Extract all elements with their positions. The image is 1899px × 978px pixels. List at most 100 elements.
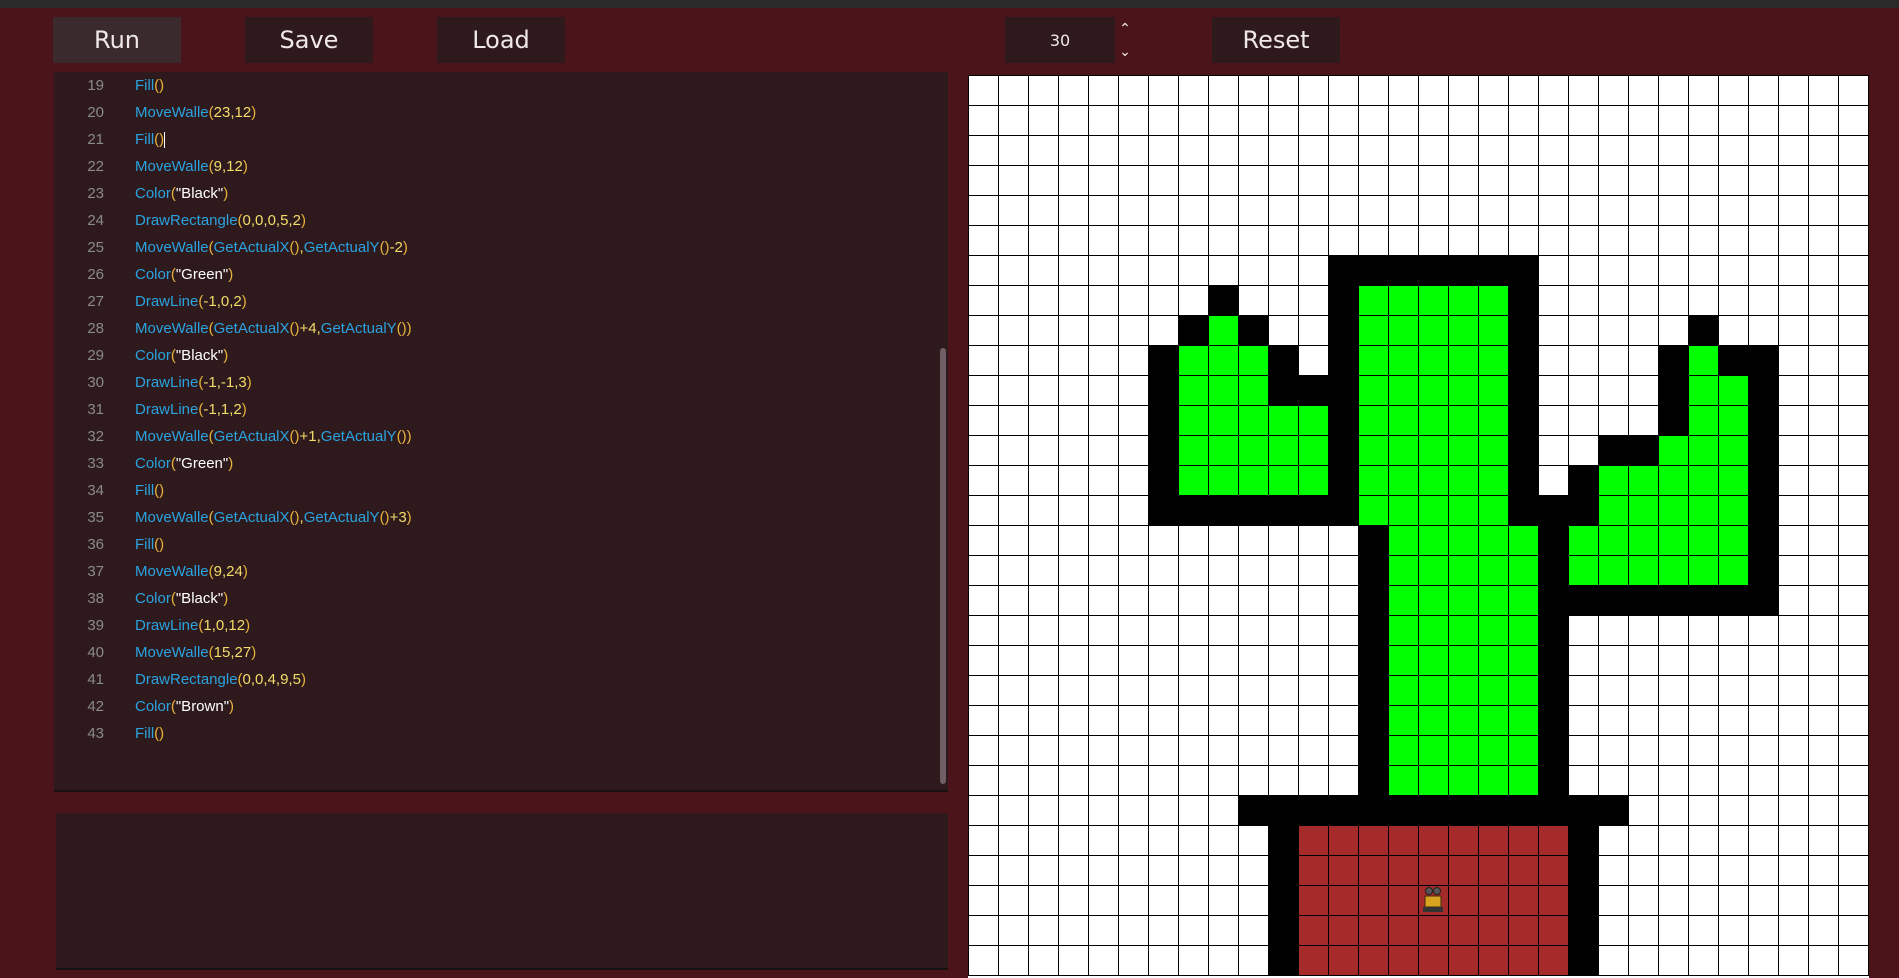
grid-cell [1778, 315, 1809, 346]
code-text[interactable]: DrawLine(-1,-1,3) [135, 369, 252, 396]
grid-cell [1388, 885, 1419, 916]
code-text[interactable]: Fill() [135, 477, 164, 504]
code-line[interactable]: 27 DrawLine(-1,0,2) [54, 288, 934, 315]
code-text[interactable]: Fill() [135, 720, 164, 747]
grid-cell [1388, 225, 1419, 256]
grid-cell [1328, 375, 1359, 406]
code-line[interactable]: 23 Color("Black") [54, 180, 934, 207]
grid-cell [1748, 885, 1779, 916]
code-text[interactable]: MoveWalle(GetActualX(),GetActualY()+3) [135, 504, 412, 531]
code-text[interactable]: MoveWalle(15,27) [135, 639, 256, 666]
code-line[interactable]: 33 Color("Green") [54, 450, 934, 477]
code-line[interactable]: 36 Fill() [54, 531, 934, 558]
code-token: 27 [234, 644, 252, 661]
grid-cell [1058, 195, 1089, 226]
code-text[interactable]: DrawLine(-1,1,2) [135, 396, 247, 423]
code-line[interactable]: 41 DrawRectangle(0,0,4,9,5) [54, 666, 934, 693]
grid-cell [1658, 735, 1689, 766]
grid-cell [1028, 375, 1059, 406]
code-line[interactable]: 25 MoveWalle(GetActualX(),GetActualY()-2) [54, 234, 934, 261]
grid-cell [1238, 135, 1269, 166]
run-button[interactable]: Run [53, 17, 181, 63]
code-text[interactable]: DrawRectangle(0,0,4,9,5) [135, 666, 306, 693]
code-line[interactable]: 26 Color("Green") [54, 261, 934, 288]
code-line[interactable]: 39 DrawLine(1,0,12) [54, 612, 934, 639]
code-text[interactable]: Color("Black") [135, 342, 228, 369]
code-line[interactable]: 30 DrawLine(-1,-1,3) [54, 369, 934, 396]
grid-cell [1088, 945, 1119, 976]
code-text[interactable]: DrawLine(1,0,12) [135, 612, 250, 639]
grid-size-stepper[interactable]: ⌃ ⌄ [1114, 17, 1136, 63]
grid-cell [1388, 855, 1419, 886]
code-line[interactable]: 35 MoveWalle(GetActualX(),GetActualY()+3) [54, 504, 934, 531]
grid-cell [1718, 825, 1749, 856]
code-line[interactable]: 29 Color("Black") [54, 342, 934, 369]
editor-scrollbar[interactable] [940, 348, 946, 784]
code-text[interactable]: MoveWalle(9,24) [135, 558, 248, 585]
code-line[interactable]: 20 MoveWalle(23,12) [54, 99, 934, 126]
grid-cell [1388, 945, 1419, 976]
grid-cell [998, 195, 1029, 226]
chevron-up-icon[interactable]: ⌃ [1119, 21, 1131, 37]
code-text[interactable]: Color("Black") [135, 180, 228, 207]
grid-cell [1298, 675, 1329, 706]
code-text[interactable]: MoveWalle(GetActualX(),GetActualY()-2) [135, 234, 408, 261]
grid-cell [1718, 555, 1749, 586]
grid-cell [1268, 915, 1299, 946]
code-line[interactable]: 24 DrawRectangle(0,0,0,5,2) [54, 207, 934, 234]
code-line[interactable]: 31 DrawLine(-1,1,2) [54, 396, 934, 423]
code-line[interactable]: 34 Fill() [54, 477, 934, 504]
grid-cell [1658, 165, 1689, 196]
grid-cell [1328, 165, 1359, 196]
save-button[interactable]: Save [245, 17, 373, 63]
code-token: "Green" [175, 455, 229, 472]
code-line[interactable]: 28 MoveWalle(GetActualX()+4,GetActualY()) [54, 315, 934, 342]
code-line[interactable]: 40 MoveWalle(15,27) [54, 639, 934, 666]
code-line[interactable]: 22 MoveWalle(9,12) [54, 153, 934, 180]
grid-cell [1238, 765, 1269, 796]
code-text[interactable]: MoveWalle(GetActualX()+4,GetActualY()) [135, 315, 412, 342]
grid-cell [1598, 735, 1629, 766]
code-text[interactable]: DrawLine(-1,0,2) [135, 288, 247, 315]
grid-cell [1718, 105, 1749, 136]
grid-cell [1148, 465, 1179, 496]
code-line[interactable]: 32 MoveWalle(GetActualX()+1,GetActualY()) [54, 423, 934, 450]
grid-cell [1538, 105, 1569, 136]
grid-cell [1568, 315, 1599, 346]
code-text[interactable]: Color("Green") [135, 450, 233, 477]
reset-button[interactable]: Reset [1212, 17, 1340, 63]
grid-cell [1688, 375, 1719, 406]
code-text[interactable]: Color("Black") [135, 585, 228, 612]
code-line[interactable]: 37 MoveWalle(9,24) [54, 558, 934, 585]
grid-cell [1688, 705, 1719, 736]
grid-cell [1358, 855, 1389, 886]
load-button[interactable]: Load [437, 17, 565, 63]
chevron-down-icon[interactable]: ⌄ [1119, 44, 1131, 60]
code-line[interactable]: 43 Fill() [54, 720, 934, 747]
code-text[interactable]: Fill() [135, 531, 164, 558]
code-text[interactable]: Color("Green") [135, 261, 233, 288]
grid-cell [1148, 165, 1179, 196]
grid-size-input[interactable]: 30 [1005, 17, 1115, 63]
code-text[interactable]: Fill() [135, 72, 164, 99]
grid-cell [1268, 405, 1299, 436]
code-text[interactable]: MoveWalle(23,12) [135, 99, 256, 126]
code-text[interactable]: MoveWalle(9,12) [135, 153, 248, 180]
code-line[interactable]: 42 Color("Brown") [54, 693, 934, 720]
grid-cell [1178, 735, 1209, 766]
grid-cell [1118, 135, 1149, 166]
pixel-canvas[interactable] [968, 75, 1869, 978]
code-line[interactable]: 19 Fill() [54, 72, 934, 99]
code-line[interactable]: 21 Fill() [54, 126, 934, 153]
grid-cell [1748, 525, 1779, 556]
code-editor[interactable]: 19 Fill() 20 MoveWalle(23,12) 21 Fill() 22 Move… [54, 72, 948, 792]
code-text[interactable]: DrawRectangle(0,0,0,5,2) [135, 207, 306, 234]
code-text[interactable]: Fill() [135, 126, 166, 153]
grid-cell [1748, 225, 1779, 256]
grid-cell [1268, 825, 1299, 856]
code-text[interactable]: Color("Brown") [135, 693, 234, 720]
code-line[interactable]: 38 Color("Black") [54, 585, 934, 612]
grid-cell [1028, 435, 1059, 466]
code-text[interactable]: MoveWalle(GetActualX()+1,GetActualY()) [135, 423, 412, 450]
pixel-grid[interactable] [968, 75, 1869, 978]
